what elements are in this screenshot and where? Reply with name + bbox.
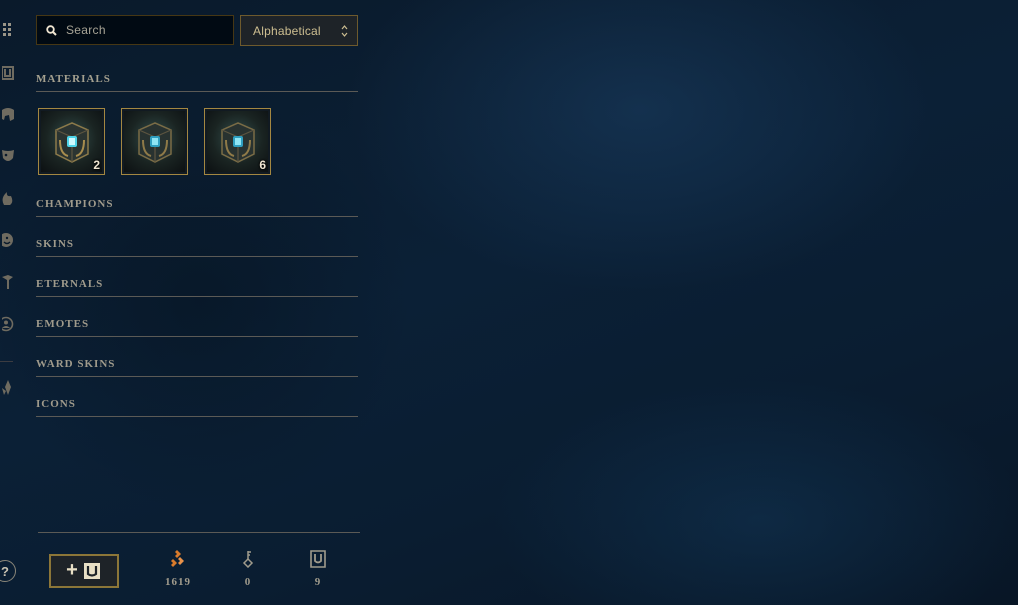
category-rail <box>0 0 18 605</box>
chests-counter: 9 <box>298 550 338 588</box>
loot-shard-icon[interactable] <box>0 380 16 396</box>
help-label: ? <box>1 563 9 579</box>
section-eternals[interactable]: ETERNALS <box>36 278 358 297</box>
add-chest-icon <box>83 563 100 579</box>
keys-value: 0 <box>244 576 252 588</box>
essence-value: 1619 <box>165 576 191 588</box>
skins-mask-icon[interactable] <box>0 148 16 164</box>
ward-skins-icon[interactable] <box>0 274 16 290</box>
search-icon <box>46 24 57 36</box>
section-icons[interactable]: ICONS <box>36 398 358 417</box>
section-title: CHAMPIONS <box>36 198 114 210</box>
section-emotes[interactable]: EMOTES <box>36 318 358 337</box>
materials-chest-icon[interactable] <box>0 65 16 81</box>
add-chest-button[interactable]: + <box>49 554 119 588</box>
footer-divider <box>38 532 360 533</box>
emotes-smiley-icon[interactable] <box>0 232 16 248</box>
search-input[interactable] <box>64 22 218 38</box>
hextech-chest-icon <box>221 122 255 163</box>
sort-arrows-icon <box>341 25 348 37</box>
section-title: ETERNALS <box>36 278 104 290</box>
plus-icon: + <box>66 559 78 581</box>
section-skins[interactable]: SKINS <box>36 238 358 257</box>
section-title: WARD SKINS <box>36 358 116 370</box>
key-icon <box>242 551 254 568</box>
material-count: 6 <box>259 158 266 172</box>
hextech-chest-icon <box>55 122 89 163</box>
essence-icon <box>171 550 184 567</box>
chests-value: 9 <box>314 576 322 588</box>
rail-divider <box>0 361 13 362</box>
material-count: 2 <box>93 158 100 172</box>
blue-essence-counter: 1619 <box>158 550 198 588</box>
section-ward-skins[interactable]: WARD SKINS <box>36 358 358 377</box>
keys-counter: 0 <box>228 550 268 588</box>
chest-icon <box>310 550 326 568</box>
material-tile[interactable]: 2 <box>38 108 105 175</box>
sort-selected-label: Alphabetical <box>253 23 321 38</box>
material-tile[interactable] <box>121 108 188 175</box>
section-champions[interactable]: CHAMPIONS <box>36 198 358 217</box>
section-title: SKINS <box>36 238 75 250</box>
material-tile[interactable]: 6 <box>204 108 271 175</box>
icons-profile-icon[interactable] <box>0 316 16 332</box>
eternals-flame-icon[interactable] <box>0 190 16 206</box>
search-box[interactable] <box>36 15 234 45</box>
hextech-chest-icon <box>138 122 172 163</box>
champions-helmet-icon[interactable] <box>0 107 16 123</box>
section-title: ICONS <box>36 398 76 410</box>
section-title: MATERIALS <box>36 73 111 85</box>
all-categories-icon[interactable] <box>0 22 16 38</box>
section-materials[interactable]: MATERIALS <box>36 73 358 92</box>
section-title: EMOTES <box>36 318 90 330</box>
sort-dropdown[interactable]: Alphabetical <box>240 15 358 46</box>
